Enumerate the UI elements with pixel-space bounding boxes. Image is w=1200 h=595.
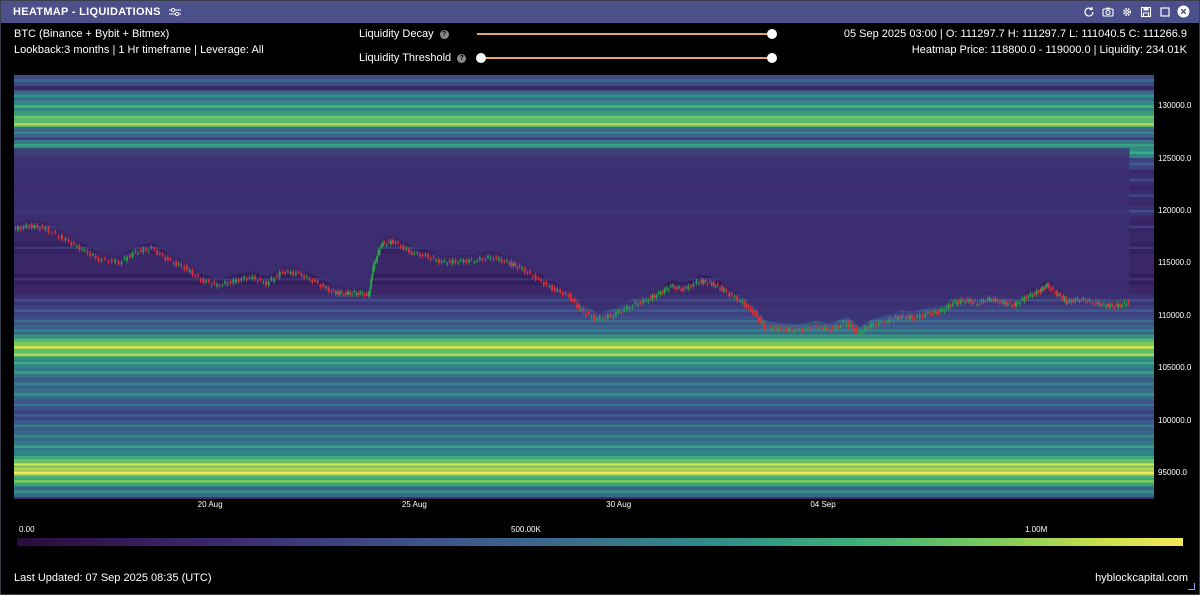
y-tick-label: 110000.0 (1158, 310, 1191, 320)
help-icon[interactable]: ? (457, 53, 467, 63)
decay-label: Liquidity Decay (359, 28, 434, 40)
y-tick-label: 115000.0 (1158, 258, 1191, 268)
liquidity-line (14, 480, 1154, 483)
liquidity-line (14, 79, 1154, 82)
liquidity-line (14, 456, 1154, 459)
slider-controls: Liquidity Decay ? Liquidity Threshold ? (359, 24, 789, 68)
liquidity-line (14, 361, 1154, 365)
x-axis: 20 Aug 25 Aug 30 Aug 04 Sep (14, 499, 1154, 513)
y-tick-label: 125000.0 (1158, 153, 1192, 163)
liquidity-line (14, 490, 1154, 494)
liquidity-line (14, 353, 1154, 356)
liquidity-line (14, 463, 1154, 466)
colorbar-label-max: 1.00M (1025, 525, 1048, 534)
liquidity-line (14, 123, 1154, 126)
chart-info-left: BTC (Binance + Bybit + Bitmex) Lookback:… (14, 26, 264, 58)
heatmap-plot[interactable] (14, 75, 1154, 499)
threshold-label: Liquidity Threshold (359, 52, 452, 64)
x-tick-label: 04 Sep (810, 500, 836, 509)
colorbar-labels: 0.00 500.00K 1.00M (17, 525, 1187, 537)
liquidity-line (14, 329, 1154, 332)
ohlc-readout: 05 Sep 2025 03:00 | O: 111297.7 H: 11129… (843, 28, 1187, 40)
liquidity-line (14, 471, 1154, 475)
y-axis: 130000.0 125000.0 120000.0 115000.0 110000.0… (1156, 75, 1199, 499)
toolbar-icons (1081, 4, 1191, 19)
liquidity-line (14, 346, 1154, 349)
brand-link[interactable]: hyblockcapital.com (1095, 572, 1188, 584)
liquidity-line (14, 382, 1154, 386)
refresh-icon[interactable] (1081, 4, 1096, 19)
liquidity-line (14, 105, 1154, 108)
liquidity-line (14, 319, 1154, 323)
title-bar: HEATMAP - LIQUIDATIONS (1, 1, 1199, 23)
threshold-max-handle[interactable] (767, 53, 777, 63)
settings-line: Lookback:3 months | 1 Hr timeframe | Lev… (14, 44, 264, 56)
decay-slider-handle[interactable] (767, 29, 777, 39)
liquidity-line (14, 424, 1154, 428)
y-tick-label: 130000.0 (1158, 101, 1192, 111)
liquidity-line (14, 414, 1154, 417)
liquidation-heatmap[interactable] (14, 75, 1154, 499)
y-tick-label: 95000.0 (1158, 467, 1187, 477)
sliders-icon[interactable] (168, 7, 181, 17)
chart-info-right: 05 Sep 2025 03:00 | O: 111297.7 H: 11129… (844, 26, 1187, 58)
camera-icon[interactable] (1100, 4, 1115, 19)
threshold-track[interactable] (481, 57, 772, 59)
x-tick-label: 20 Aug (197, 500, 223, 509)
liquidity-line (14, 144, 1154, 147)
y-tick-label: 105000.0 (1158, 363, 1192, 373)
decay-row: Liquidity Decay ? (359, 24, 789, 44)
liquidity-line (14, 371, 1154, 374)
gear-icon[interactable] (1119, 4, 1134, 19)
threshold-min-handle[interactable] (476, 53, 486, 63)
liquidity-line (14, 435, 1154, 438)
liquidity-line (14, 131, 1154, 134)
exchange-line: BTC (Binance + Bybit + Bitmex) (14, 28, 170, 40)
x-tick-label: 25 Aug (401, 500, 427, 509)
colorbar-label-mid: 500.00K (511, 525, 541, 534)
heatmap-readout: Heatmap Price: 118800.0 - 119000.0 | Liq… (911, 44, 1187, 56)
liquidity-line (14, 338, 1154, 342)
x-tick-label: 30 Aug (606, 500, 632, 509)
y-tick-label: 120000.0 (1158, 206, 1192, 216)
liquidity-line (14, 94, 1154, 98)
heatmap-window: HEATMAP - LIQUIDATIONS BTC (Binance + By… (0, 0, 1200, 595)
colorbar (17, 538, 1183, 546)
colorbar-label-min: 0.00 (19, 525, 35, 534)
resize-handle[interactable] (1188, 583, 1195, 590)
liquidity-line (14, 115, 1154, 119)
liquidity-line (14, 445, 1154, 448)
liquidity-line (14, 403, 1154, 407)
liquidity-line (14, 393, 1154, 396)
close-icon[interactable] (1176, 4, 1191, 19)
expand-icon[interactable] (1157, 4, 1172, 19)
save-icon[interactable] (1138, 4, 1153, 19)
threshold-row: Liquidity Threshold ? (359, 48, 789, 68)
help-icon[interactable]: ? (439, 29, 449, 39)
last-updated: Last Updated: 07 Sep 2025 08:35 (UTC) (14, 572, 212, 584)
y-tick-label: 100000.0 (1158, 415, 1192, 425)
window-title: HEATMAP - LIQUIDATIONS (13, 6, 161, 18)
decay-track[interactable] (477, 33, 772, 35)
